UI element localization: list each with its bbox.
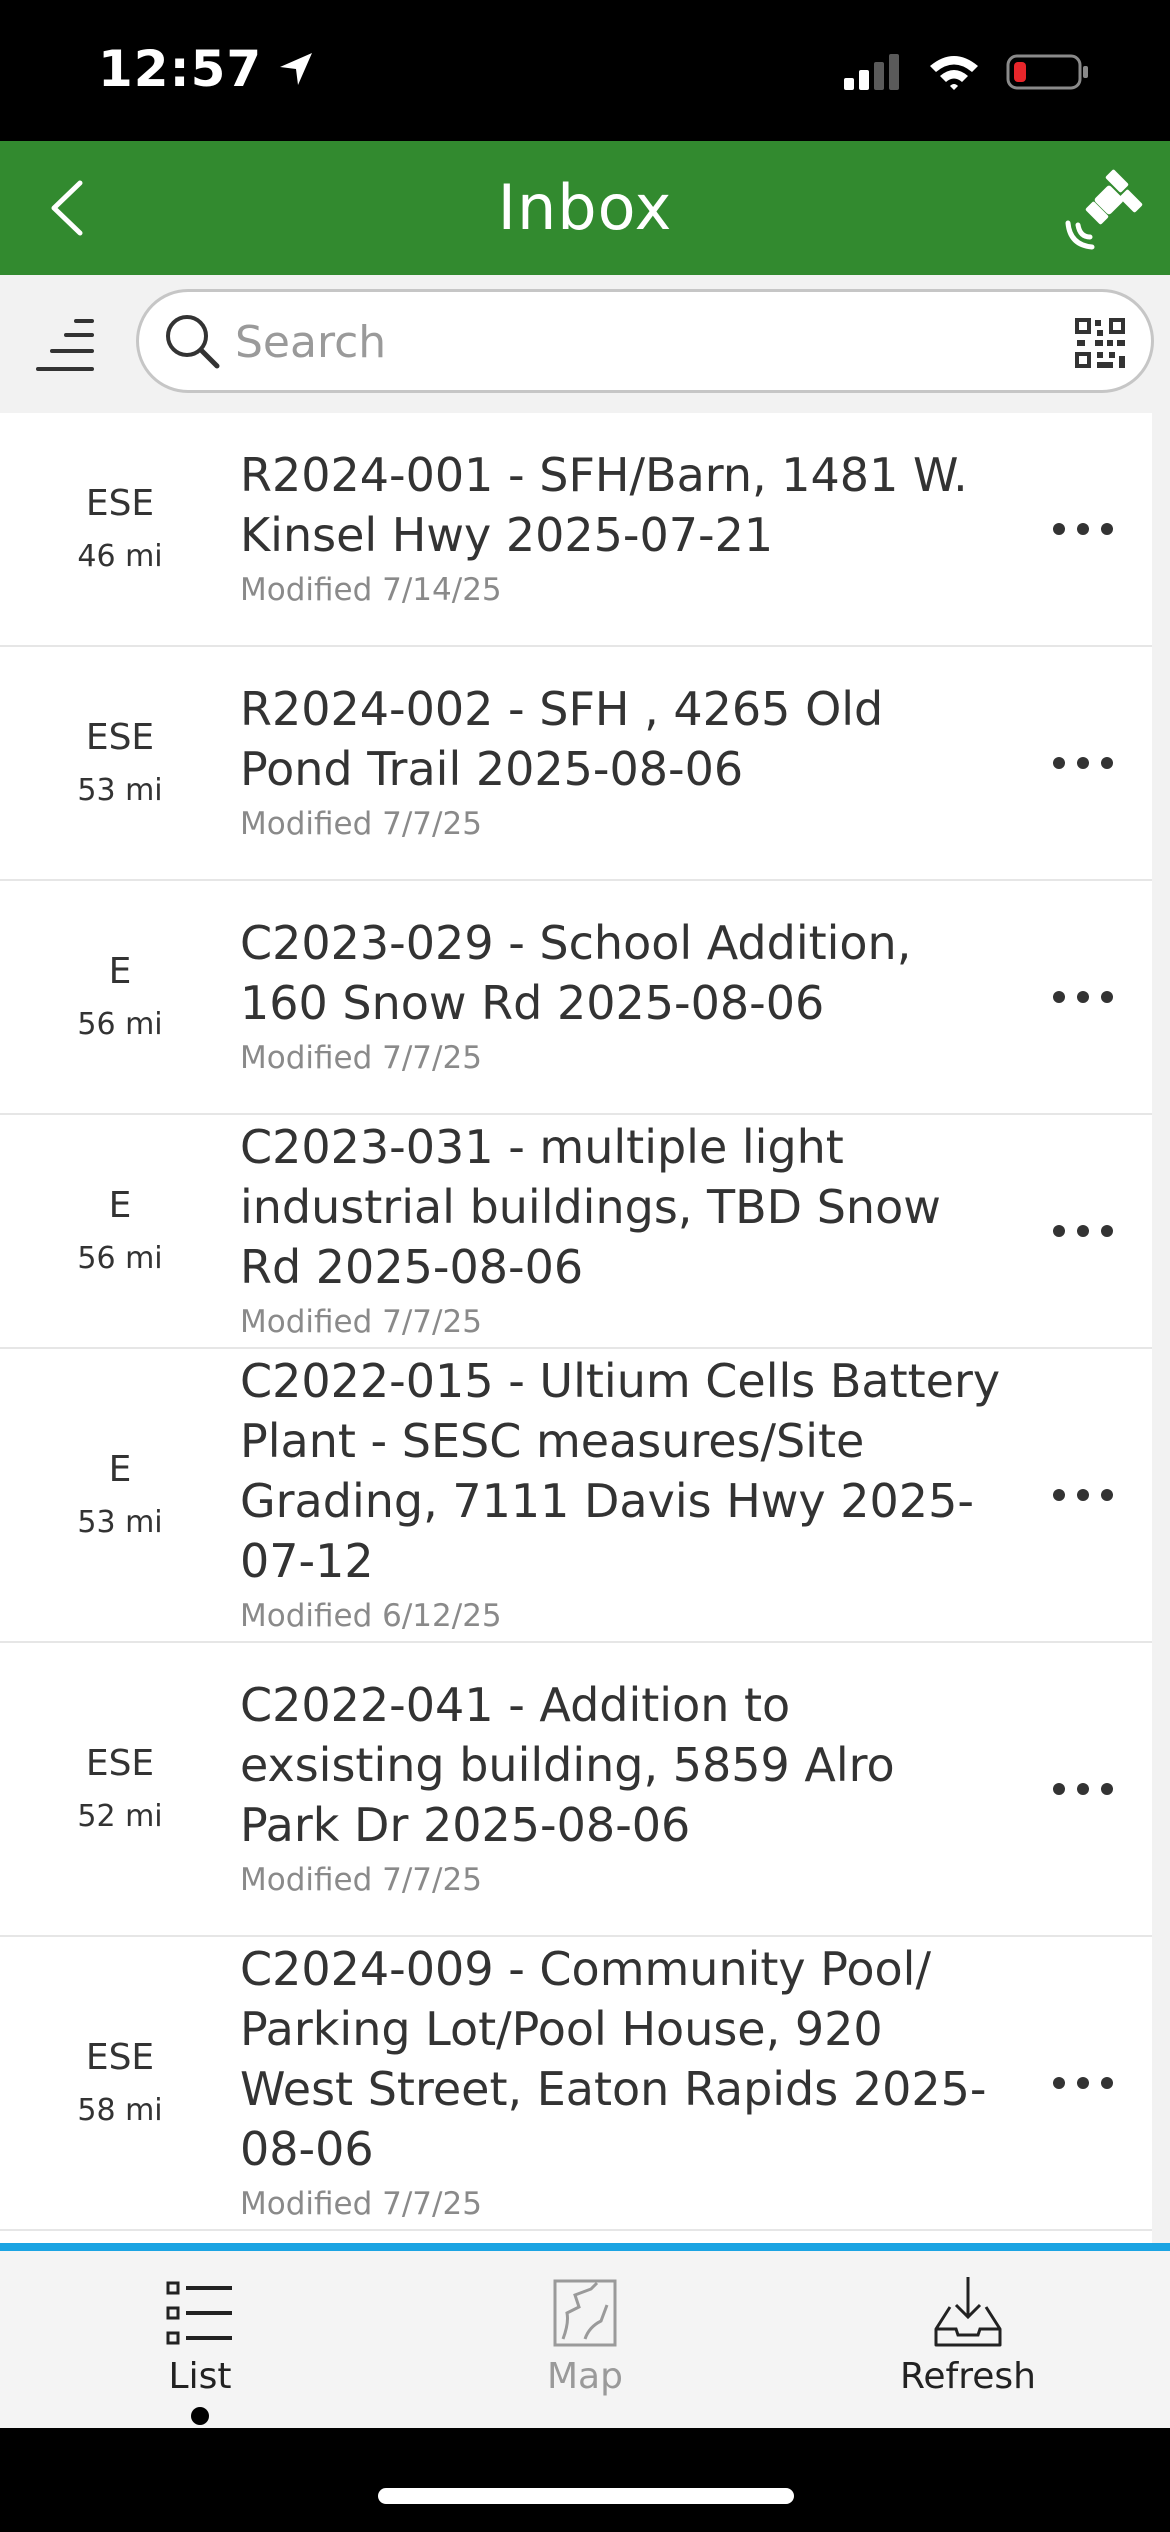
tab-refresh[interactable]: Refresh: [838, 2273, 1098, 2401]
direction-label: E: [108, 1449, 132, 1490]
item-modified-date: Modified 7/14/25: [240, 572, 502, 608]
status-bar: 12:57: [0, 0, 1170, 141]
location-arrow-icon: [280, 53, 313, 85]
direction-label: ESE: [85, 2037, 155, 2078]
more-options-icon[interactable]: [1028, 1759, 1138, 1819]
wifi-icon: [930, 56, 978, 90]
distance-indicator: ESE 58 mi: [0, 2033, 240, 2133]
tabbar-accent-line: [0, 2243, 1170, 2251]
distance-label: 56 mi: [77, 1241, 163, 1276]
distance-label: 56 mi: [77, 1007, 163, 1042]
tab-list[interactable]: List: [70, 2273, 330, 2425]
item-modified-date: Modified 6/12/25: [240, 1598, 502, 1634]
tab-map-label: Map: [547, 2356, 623, 2397]
item-modified-date: Modified 7/7/25: [240, 1040, 482, 1076]
distance-indicator: ESE 52 mi: [0, 1739, 240, 1839]
distance-label: 53 mi: [77, 1505, 163, 1540]
list-item[interactable]: ESE 53 mi R2024-002 - SFH , 4265 Old Pon…: [0, 647, 1152, 881]
page-title: Inbox: [497, 171, 673, 244]
list-item[interactable]: E 56 mi C2023-031 - multiple light indus…: [0, 1115, 1152, 1349]
tab-map[interactable]: Map: [455, 2273, 715, 2401]
list-item[interactable]: E 56 mi C2023-029 - School Addition, 160…: [0, 881, 1152, 1115]
battery-low-icon: [1006, 54, 1088, 90]
sort-menu-icon[interactable]: [34, 313, 98, 377]
item-modified-date: Modified 7/7/25: [240, 806, 482, 842]
direction-label: ESE: [85, 1743, 155, 1784]
distance-indicator: ESE 46 mi: [0, 479, 240, 579]
distance-indicator: ESE 53 mi: [0, 713, 240, 813]
item-title: C2022-041 - Addition to exsisting buildi…: [240, 1678, 895, 1852]
item-title: C2022-015 - Ultium Cells Battery Plant -…: [240, 1354, 1001, 1588]
direction-label: ESE: [85, 483, 155, 524]
satellite-gps-icon[interactable]: [1058, 165, 1150, 257]
distance-label: 53 mi: [77, 773, 163, 808]
item-title: C2024-009 - Community Pool/ Parking Lot/…: [240, 1942, 987, 2176]
inbox-list: ESE 46 mi R2024-001 - SFH/Barn, 1481 W. …: [0, 413, 1152, 2243]
app-header: Inbox: [0, 141, 1170, 275]
search-icon: [166, 315, 220, 369]
list-item[interactable]: E 53 mi C2022-015 - Ultium Cells Battery…: [0, 1349, 1152, 1643]
selected-tab-indicator: [191, 2407, 209, 2425]
direction-label: ESE: [85, 717, 155, 758]
more-options-icon[interactable]: [1028, 733, 1138, 793]
home-area: [0, 2428, 1170, 2532]
bottom-tab-bar: List Map Refresh: [0, 2251, 1170, 2428]
search-row: [0, 275, 1170, 413]
list-scroll-edge: [1152, 413, 1170, 2243]
status-time: 12:57: [98, 40, 316, 98]
direction-label: E: [108, 951, 132, 992]
cellular-signal-icon: [844, 54, 899, 90]
item-title: R2024-001 - SFH/Barn, 1481 W. Kinsel Hwy…: [240, 448, 968, 562]
tab-list-label: List: [168, 2356, 232, 2397]
list-item[interactable]: ESE 46 mi R2024-001 - SFH/Barn, 1481 W. …: [0, 413, 1152, 647]
home-indicator[interactable]: [378, 2488, 794, 2504]
distance-indicator: E 53 mi: [0, 1445, 240, 1545]
more-options-icon[interactable]: [1028, 967, 1138, 1027]
search-input[interactable]: [233, 306, 1037, 378]
qr-code-scan-icon[interactable]: [1075, 318, 1125, 368]
more-options-icon[interactable]: [1028, 1201, 1138, 1261]
distance-label: 58 mi: [77, 2093, 163, 2128]
more-options-icon[interactable]: [1028, 2053, 1138, 2113]
map-icon: [553, 2279, 617, 2347]
list-icon: [166, 2281, 232, 2345]
direction-label: E: [108, 1185, 132, 1226]
item-modified-date: Modified 7/7/25: [240, 1862, 482, 1898]
download-inbox-icon: [934, 2277, 1002, 2347]
list-item[interactable]: ESE 52 mi C2022-041 - Addition to exsist…: [0, 1643, 1152, 1937]
distance-label: 46 mi: [77, 539, 163, 574]
item-title: R2024-002 - SFH , 4265 Old Pond Trail 20…: [240, 682, 884, 796]
more-options-icon[interactable]: [1028, 499, 1138, 559]
item-title: C2023-029 - School Addition, 160 Snow Rd…: [240, 916, 912, 1030]
item-modified-date: Modified 7/7/25: [240, 2186, 482, 2222]
status-time-text: 12:57: [98, 40, 263, 98]
more-options-icon[interactable]: [1028, 1465, 1138, 1525]
distance-indicator: E 56 mi: [0, 947, 240, 1047]
list-item[interactable]: ESE 58 mi C2024-009 - Community Pool/ Pa…: [0, 1937, 1152, 2231]
item-modified-date: Modified 7/7/25: [240, 1304, 482, 1340]
search-box[interactable]: [136, 289, 1154, 393]
distance-label: 52 mi: [77, 1799, 163, 1834]
distance-indicator: E 56 mi: [0, 1181, 240, 1281]
item-title: C2023-031 - multiple light industrial bu…: [240, 1120, 941, 1294]
tab-refresh-label: Refresh: [900, 2356, 1036, 2397]
